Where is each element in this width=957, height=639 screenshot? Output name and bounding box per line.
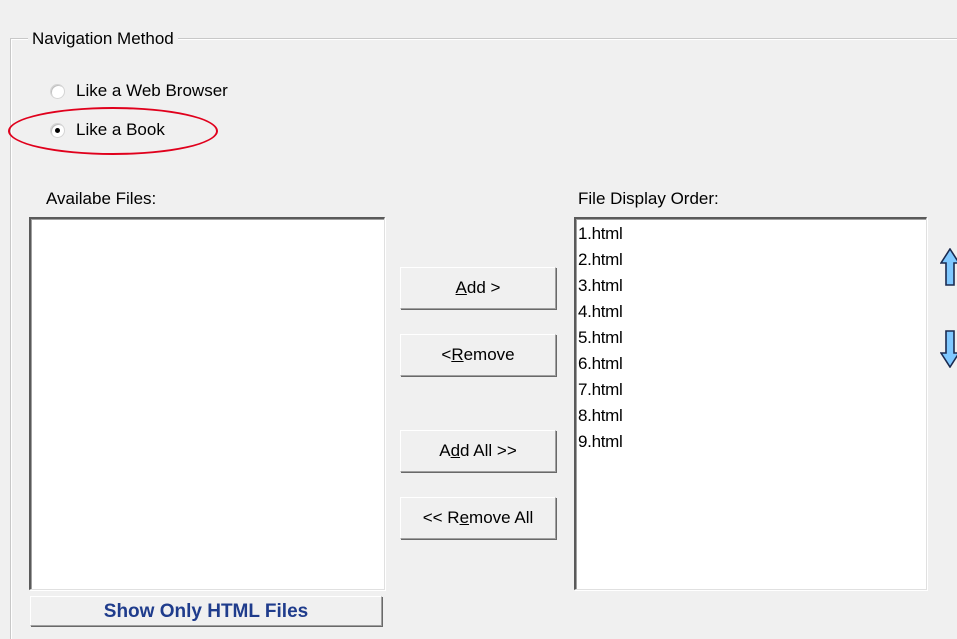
display-order-label: File Display Order: [578, 189, 719, 208]
down-arrow-icon[interactable] [940, 330, 957, 368]
up-arrow-icon[interactable] [940, 248, 957, 286]
radio-label-web-browser: Like a Web Browser [76, 81, 228, 100]
display-order-listbox[interactable]: 1.html 2.html 3.html 4.html 5.html 6.html 7.ht… [574, 217, 927, 590]
radio-button-unchecked[interactable] [50, 83, 65, 99]
navigation-group-label: Navigation Method [28, 28, 178, 50]
remove-button[interactable]: < Remove [400, 334, 556, 376]
add-all-button[interactable]: Add All >> [400, 430, 556, 472]
show-only-html-files-button[interactable]: Show Only HTML Files [30, 596, 382, 626]
remove-all-button[interactable]: << Re move All [400, 497, 556, 539]
available-files-label: Availabe Files: [46, 189, 157, 208]
red-highlight-ellipse [8, 107, 218, 155]
add-button[interactable]: Add > [400, 267, 556, 309]
available-files-listbox[interactable] [29, 217, 385, 590]
radio-like-web-browser[interactable]: Like a Web Browser [50, 80, 228, 102]
